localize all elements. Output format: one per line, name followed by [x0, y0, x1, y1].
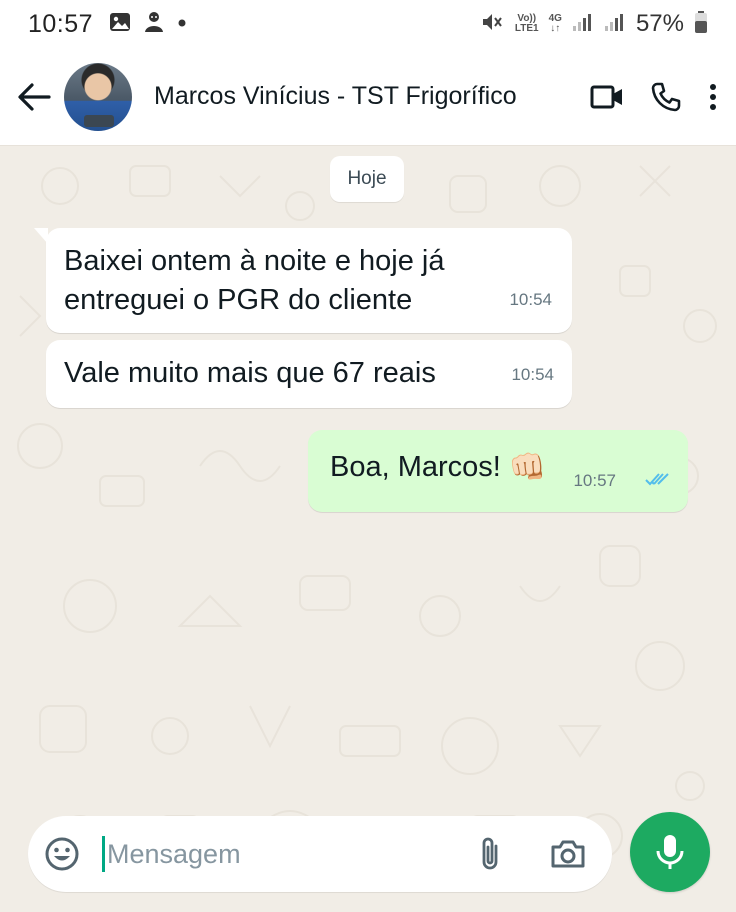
- message-bubble-incoming[interactable]: Baixei ontem à noite e hoje já entreguei…: [34, 228, 572, 333]
- chat-area[interactable]: Hoje Baixei ontem à noite e hoje já entr…: [0, 146, 736, 912]
- message-time: 10:54: [509, 290, 552, 309]
- status-time: 10:57: [28, 9, 94, 38]
- mic-button[interactable]: [630, 812, 710, 892]
- status-right-icons: Vo)) LTE1 4G ↓↑ 57%: [481, 10, 708, 39]
- message-text: Boa, Marcos!: [330, 451, 501, 483]
- message-input[interactable]: [102, 836, 442, 872]
- message-text: Vale muito mais que 67 reais: [64, 357, 436, 389]
- message-time: 10:54: [511, 365, 554, 384]
- message-input-bar: [28, 816, 612, 892]
- signal-icon: [604, 12, 626, 37]
- person-hoodie-icon: [143, 10, 165, 39]
- message-bubble-outgoing[interactable]: Boa, Marcos! 👊🏻 10:57: [308, 430, 688, 512]
- status-bar: 10:57 Vo)) LTE1 4G ↓↑ 57%: [0, 0, 736, 48]
- message-text: entreguei o PGR do cliente: [64, 284, 413, 316]
- phone-icon[interactable]: [650, 81, 682, 113]
- mute-icon: [481, 11, 505, 38]
- back-arrow-icon[interactable]: [14, 77, 54, 117]
- status-left-icons: [109, 10, 187, 39]
- message-bubble-incoming[interactable]: Vale muito mais que 67 reais 10:54: [46, 340, 572, 408]
- image-icon: [109, 11, 131, 38]
- battery-percent: 57%: [635, 10, 684, 37]
- message-text: Baixei ontem à noite e hoje já: [64, 245, 445, 277]
- read-ticks-icon: [644, 459, 672, 498]
- more-vert-icon[interactable]: [708, 82, 718, 112]
- attach-icon[interactable]: [470, 834, 510, 874]
- date-chip: Hoje: [330, 156, 404, 202]
- message-time: 10:57: [573, 471, 616, 490]
- header-actions: [590, 81, 718, 113]
- video-call-icon[interactable]: [590, 84, 624, 110]
- signal-icon: [572, 12, 594, 37]
- chat-header: Marcos Vinícius - TST Frigorífico: [0, 48, 736, 146]
- avatar[interactable]: [64, 62, 132, 131]
- battery-icon: [694, 10, 708, 39]
- mic-icon: [656, 835, 684, 869]
- fist-emoji: 👊🏻: [508, 451, 547, 484]
- camera-icon[interactable]: [548, 834, 588, 874]
- lte-label: LTE1: [514, 23, 539, 34]
- contact-name[interactable]: Marcos Vinícius - TST Frigorífico: [154, 82, 517, 111]
- emoji-icon[interactable]: [42, 834, 82, 874]
- dot-icon: [177, 15, 187, 33]
- volte-indicator: Vo)) LTE1: [515, 14, 539, 34]
- network-type: 4G ↓↑: [548, 13, 562, 34]
